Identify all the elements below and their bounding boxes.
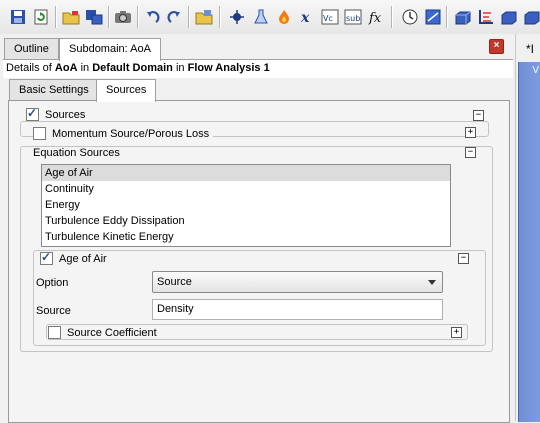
list-item-energy[interactable]: Energy	[42, 197, 450, 213]
details-object: AoA	[54, 62, 78, 74]
viewer-strip: *I V	[515, 34, 540, 422]
viewer-tab[interactable]: *I	[526, 42, 534, 56]
save-icon[interactable]	[8, 7, 28, 27]
camera-icon[interactable]	[113, 7, 133, 27]
clock-icon[interactable]	[400, 7, 420, 27]
option-select-value: Source	[157, 276, 192, 288]
coefficient-row: Source Coefficient	[47, 326, 161, 339]
tab-basic-settings[interactable]: Basic Settings	[9, 79, 99, 101]
details-title: Details of AoA in Default Domain in Flow…	[6, 62, 270, 74]
vector-icon[interactable]: Vc	[320, 7, 340, 27]
tab-sources[interactable]: Sources	[96, 79, 157, 102]
source-coefficient-checkbox[interactable]	[48, 326, 61, 339]
option-label: Option	[36, 277, 69, 289]
function-icon[interactable]: fx	[366, 7, 386, 27]
svg-text:sub: sub	[346, 14, 360, 23]
main-toolbar: x Vc sub fx	[0, 0, 540, 35]
equation-sources-list[interactable]: Age of Air Continuity Energy Turbulence …	[41, 164, 451, 247]
details-analysis: Flow Analysis 1	[187, 62, 270, 74]
undo-icon[interactable]	[142, 7, 162, 27]
svg-text:Vc: Vc	[323, 14, 333, 23]
chevron-down-icon	[428, 280, 436, 285]
sources-row: Sources	[26, 106, 90, 121]
open-folder-icon[interactable]	[61, 7, 81, 27]
details-prefix: Details of	[6, 62, 52, 74]
age-of-air-row: Age of Air	[40, 250, 111, 265]
sources-label: Sources	[45, 108, 86, 121]
viewer-area[interactable]: V	[518, 62, 540, 422]
tab-subdomain[interactable]: Subdomain: AoA	[59, 38, 161, 61]
svg-text:x: x	[300, 10, 310, 25]
details-in-1: in	[80, 62, 90, 74]
source-input[interactable]: Density	[152, 299, 443, 320]
collapse-age-of-air-icon[interactable]: −	[458, 253, 469, 264]
expand-momentum-icon[interactable]: +	[465, 127, 476, 138]
domain-box-icon[interactable]	[453, 7, 473, 27]
details-in-2: in	[175, 62, 185, 74]
redo-icon[interactable]	[165, 7, 185, 27]
solver-icon[interactable]	[423, 7, 443, 27]
import-folder-icon[interactable]	[194, 7, 214, 27]
list-item-age-of-air[interactable]: Age of Air	[42, 165, 450, 181]
flame-icon[interactable]	[274, 7, 294, 27]
list-item-turbulence-kinetic-energy[interactable]: Turbulence Kinetic Energy	[42, 229, 450, 245]
svg-text:fx: fx	[368, 11, 382, 25]
option-select[interactable]: Source	[152, 271, 443, 293]
refresh-icon[interactable]	[31, 7, 51, 27]
subdomain-icon[interactable]: sub	[343, 7, 363, 27]
box-icon-2[interactable]	[522, 7, 540, 27]
close-icon[interactable]: ×	[489, 39, 504, 54]
details-domain: Default Domain	[92, 62, 173, 74]
age-of-air-checkbox[interactable]	[40, 250, 53, 265]
list-item-turbulence-eddy-dissipation[interactable]: Turbulence Eddy Dissipation	[42, 213, 450, 229]
source-input-value: Density	[157, 303, 194, 315]
source-label: Source	[36, 305, 71, 317]
age-of-air-label: Age of Air	[59, 252, 107, 265]
variable-icon[interactable]: x	[297, 7, 317, 27]
details-header: Details of AoA in Default Domain in Flow…	[3, 59, 513, 78]
axis-icon[interactable]	[476, 7, 496, 27]
source-coefficient-label: Source Coefficient	[67, 326, 157, 339]
momentum-checkbox[interactable]	[33, 127, 46, 140]
tab-outline[interactable]: Outline	[4, 38, 59, 60]
equation-sources-label: Equation Sources	[31, 147, 122, 159]
material-flask-icon[interactable]	[251, 7, 271, 27]
box-icon[interactable]	[499, 7, 519, 27]
momentum-row: Momentum Source/Porous Loss	[33, 127, 214, 140]
viewer-label: V	[532, 65, 539, 76]
momentum-label: Momentum Source/Porous Loss	[52, 127, 210, 140]
collapse-equation-sources-icon[interactable]: −	[465, 147, 476, 158]
location-icon[interactable]	[228, 7, 248, 27]
sources-checkbox[interactable]	[26, 106, 39, 121]
save-as-icon[interactable]	[84, 7, 104, 27]
expand-coefficient-icon[interactable]: +	[451, 327, 462, 338]
list-item-continuity[interactable]: Continuity	[42, 181, 450, 197]
collapse-sources-icon[interactable]: −	[473, 110, 484, 121]
